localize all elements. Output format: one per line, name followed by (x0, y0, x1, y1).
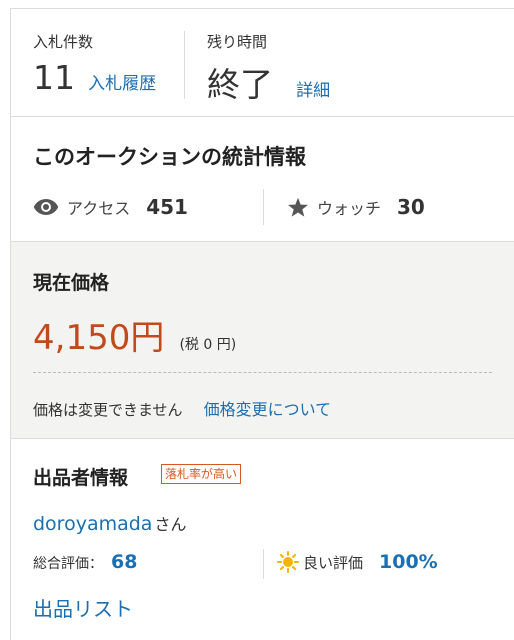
price-note: 価格は変更できません (33, 401, 183, 419)
stats-title: このオークションの統計情報 (33, 145, 306, 169)
price-change-link[interactable]: 価格変更について (204, 400, 332, 419)
seller-title: 出品者情報 (33, 467, 129, 489)
auction-info-page: 入札件数 11 入札履歴 残り時間 終了 詳細 このオークションの統計情報 アク… (0, 0, 514, 640)
auction-info-card: 入札件数 11 入札履歴 残り時間 終了 詳細 このオークションの統計情報 アク… (10, 8, 514, 640)
access-label: アクセス (67, 199, 131, 218)
seller-listing-link[interactable]: 出品リスト (33, 597, 133, 621)
eye-icon (33, 198, 59, 216)
good-rating: 良い評価 100% (277, 551, 438, 573)
remaining-time-label: 残り時間 (207, 33, 268, 51)
bid-history-link[interactable]: 入札履歴 (88, 74, 156, 94)
auction-stats-section: このオークションの統計情報 アクセス 451 ウォッチ 30 (11, 117, 514, 242)
time-detail-link[interactable]: 詳細 (296, 81, 330, 101)
watch-label: ウォッチ (317, 199, 382, 218)
bid-count-block: 入札件数 11 入札履歴 (33, 31, 185, 99)
seller-info-section: 出品者情報 落札率が高い doroyamada さん 総合評価： 68 良い評価… (11, 439, 514, 640)
total-rating-value[interactable]: 68 (111, 551, 137, 573)
access-value: 451 (146, 195, 188, 219)
price-divider (33, 372, 492, 373)
price-tax: (税 0 円) (179, 337, 237, 353)
stats-divider (263, 189, 264, 225)
watch-stat: ウォッチ 30 (287, 187, 425, 227)
good-rating-label: 良い評価 (303, 553, 364, 572)
star-icon (287, 197, 309, 218)
price-title: 現在価格 (33, 272, 110, 294)
access-stat: アクセス 451 (33, 187, 263, 227)
seller-name-link[interactable]: doroyamada (33, 513, 152, 535)
watch-value: 30 (397, 195, 425, 219)
sun-icon (277, 551, 299, 573)
total-rating-label: 総合評価： (33, 556, 103, 572)
current-price-section: 現在価格 4,150円 (税 0 円) 価格は変更できません 価格変更について (11, 242, 514, 439)
good-rating-value[interactable]: 100% (379, 551, 438, 573)
bid-count-value: 11 (33, 58, 75, 97)
high-win-rate-badge: 落札率が高い (161, 464, 242, 484)
remaining-time-block: 残り時間 終了 詳細 (207, 31, 467, 104)
seller-honorific: さん (154, 515, 187, 534)
total-rating: 総合評価： 68 (33, 551, 137, 573)
bid-time-section: 入札件数 11 入札履歴 残り時間 終了 詳細 (11, 9, 514, 117)
bid-count-label: 入札件数 (33, 33, 94, 51)
rating-divider (263, 549, 264, 579)
price-value: 4,150円 (33, 318, 165, 358)
remaining-time-value: 終了 (207, 65, 273, 104)
